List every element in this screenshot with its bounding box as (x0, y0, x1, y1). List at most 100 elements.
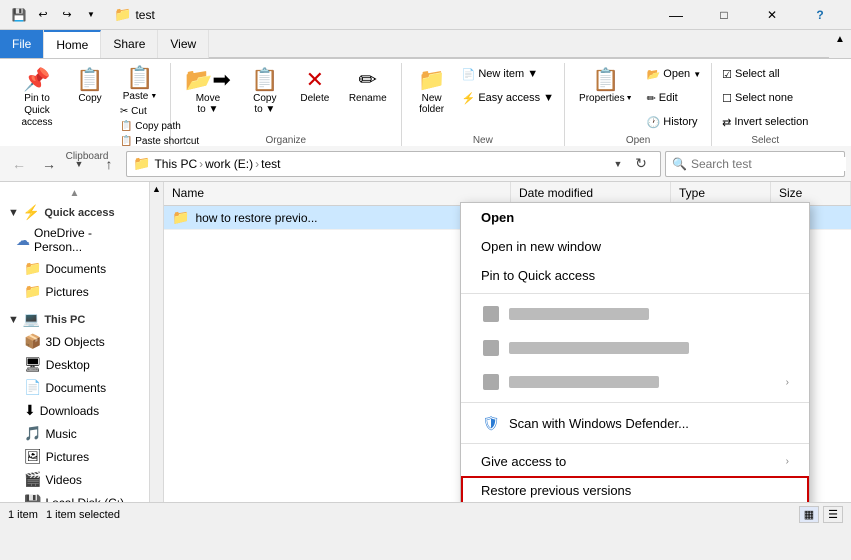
ctx-blurred-1[interactable] (461, 297, 809, 331)
sidebar-item-documents[interactable]: 📁 Documents (0, 257, 149, 280)
paste-shortcut-option[interactable]: 📋 Paste shortcut (120, 134, 160, 149)
ctx-restore-label: Restore previous versions (481, 483, 631, 498)
rename-icon: ✏ (359, 67, 377, 93)
ctx-restore-versions[interactable]: Restore previous versions (461, 476, 809, 502)
minimize-button[interactable]: — (653, 0, 699, 30)
open-label: Open (626, 133, 650, 146)
maximize-button[interactable]: □ (701, 0, 747, 30)
copy-button[interactable]: 📋 Copy (66, 63, 114, 108)
col-name[interactable]: Name (164, 182, 511, 205)
new-folder-button[interactable]: 📁 Newfolder (408, 63, 456, 119)
selected-count: 1 item selected (46, 509, 120, 521)
history-button[interactable]: 🕐 History (643, 111, 706, 133)
ctx-scan-defender[interactable]: 🛡 Scan with Windows Defender... (461, 406, 809, 440)
ctx-open-new-window-label: Open in new window (481, 239, 601, 254)
address-dropdown[interactable]: ▼ (610, 156, 626, 172)
ctx-blurred-2-left (481, 338, 689, 358)
delete-button[interactable]: ✕ Delete (291, 63, 339, 108)
view-grid-button[interactable]: ▦ (799, 506, 819, 523)
title-text: test (135, 8, 154, 22)
edit-icon: ✏ (647, 92, 656, 105)
ctx-open[interactable]: Open (461, 203, 809, 232)
pictures-icon: 📁 (24, 283, 41, 300)
properties-label: Properties▼ (579, 93, 633, 104)
qat-redo[interactable]: ↪ (56, 6, 78, 24)
ctx-give-access[interactable]: Give access to › (461, 447, 809, 476)
tab-file[interactable]: File (0, 30, 44, 58)
downloads-icon: ⬇ (24, 402, 36, 419)
ctx-scan-label: Scan with Windows Defender... (509, 416, 689, 431)
sidebar-item-downloads[interactable]: ⬇ Downloads (0, 399, 149, 422)
ctx-blurred-3[interactable]: › (461, 365, 809, 399)
recent-button[interactable]: ▼ (66, 151, 92, 177)
invert-selection-button[interactable]: ⇄ Invert selection (718, 111, 812, 133)
forward-button[interactable]: → (36, 151, 62, 177)
sidebar-scroll-up[interactable]: ▲ (0, 186, 149, 200)
clipboard-items: 📌 Pin to Quickaccess 📋 Copy 📋 Paste▼ ✂ C… (10, 63, 164, 149)
ctx-blurred-2[interactable] (461, 331, 809, 365)
quick-access-chevron[interactable]: ▼ (8, 207, 19, 219)
documents2-label: Documents (45, 381, 106, 395)
item-count: 1 item (8, 509, 38, 521)
ctx-open-new-window[interactable]: Open in new window (461, 232, 809, 261)
select-all-button[interactable]: ☑ Select all (718, 63, 812, 85)
open-button[interactable]: 📂 Open ▼ (643, 63, 706, 85)
history-label: History (663, 116, 697, 128)
qat-dropdown[interactable]: ▼ (80, 6, 102, 24)
help-button[interactable]: ? (797, 0, 843, 30)
back-button[interactable]: ← (6, 151, 32, 177)
breadcrumb-this-pc[interactable]: This PC (154, 157, 197, 171)
sidebar-item-3d-objects[interactable]: 📦 3D Objects (0, 330, 149, 353)
copy-path-option[interactable]: 📋 Copy path (120, 119, 160, 134)
ctx-blurred-2-label (509, 342, 689, 354)
documents2-icon: 📄 (24, 379, 41, 396)
sidebar-item-videos[interactable]: 🎬 Videos (0, 468, 149, 491)
search-bar[interactable]: 🔍 (665, 151, 845, 177)
sidebar-item-pictures[interactable]: 📁 Pictures (0, 280, 149, 303)
ctx-pin-quick-access[interactable]: Pin to Quick access (461, 261, 809, 290)
file-name-text: how to restore previo... (195, 211, 317, 225)
up-button[interactable]: ↑ (96, 151, 122, 177)
sidebar-item-local-disk-c[interactable]: 💾 Local Disk (C:) (0, 491, 149, 502)
breadcrumb-test[interactable]: test (261, 157, 280, 171)
cut-option[interactable]: ✂ Cut (120, 104, 160, 119)
qat-undo[interactable]: ↩ (32, 6, 54, 24)
title-bar-left: 💾 ↩ ↪ ▼ 📁 test (8, 6, 653, 24)
move-to-button[interactable]: 📂➡ Moveto ▼ (177, 63, 239, 119)
documents-icon: 📁 (24, 260, 41, 277)
copy-to-button[interactable]: 📋 Copyto ▼ (241, 63, 289, 119)
qat-save[interactable]: 💾 (8, 6, 30, 24)
quick-access-icon: ⚡ (23, 204, 40, 221)
easy-access-button[interactable]: ⚡ Easy access ▼ (458, 87, 558, 109)
tab-view[interactable]: View (158, 30, 209, 58)
this-pc-chevron[interactable]: ▼ (8, 314, 19, 326)
pin-to-quick-access-button[interactable]: 📌 Pin to Quickaccess (10, 63, 64, 133)
tab-home[interactable]: Home (44, 30, 101, 58)
view-list-button[interactable]: ☰ (823, 506, 843, 523)
sidebar-item-music[interactable]: 🎵 Music (0, 422, 149, 445)
select-label: Select (751, 133, 779, 146)
search-input[interactable] (691, 157, 846, 171)
breadcrumb-work-e[interactable]: work (E:) (205, 157, 253, 171)
ribbon-collapse[interactable]: ▲ (829, 30, 851, 48)
properties-button[interactable]: 📋 Properties▼ (571, 63, 641, 108)
select-none-button[interactable]: ☐ Select none (718, 87, 812, 109)
address-bar[interactable]: 📁 This PC › work (E:) › test ▼ ↻ (126, 151, 661, 177)
sidebar-item-pictures2[interactable]: 🖼 Pictures (0, 445, 149, 468)
new-item-button[interactable]: 📄 New item ▼ (458, 63, 558, 85)
close-button[interactable]: ✕ (749, 0, 795, 30)
paste-submenu[interactable]: ✂ Cut 📋 Copy path 📋 Paste shortcut (116, 104, 164, 149)
refresh-button[interactable]: ↻ (628, 151, 654, 177)
ctx-blurred-1-left (481, 304, 649, 324)
rename-button[interactable]: ✏ Rename (341, 63, 395, 108)
properties-icon: 📋 (592, 67, 619, 93)
file-list-scroll-up[interactable]: ▲ (152, 182, 161, 194)
delete-icon: ✕ (306, 67, 324, 93)
paste-button[interactable]: 📋 Paste▼ (116, 63, 164, 104)
pin-icon: 📌 (23, 67, 50, 93)
sidebar-item-onedrive[interactable]: ☁ OneDrive - Person... (0, 223, 149, 257)
edit-button[interactable]: ✏ Edit (643, 87, 706, 109)
sidebar-item-desktop[interactable]: 🖥 Desktop (0, 353, 149, 376)
tab-share[interactable]: Share (101, 30, 158, 58)
sidebar-item-documents2[interactable]: 📄 Documents (0, 376, 149, 399)
